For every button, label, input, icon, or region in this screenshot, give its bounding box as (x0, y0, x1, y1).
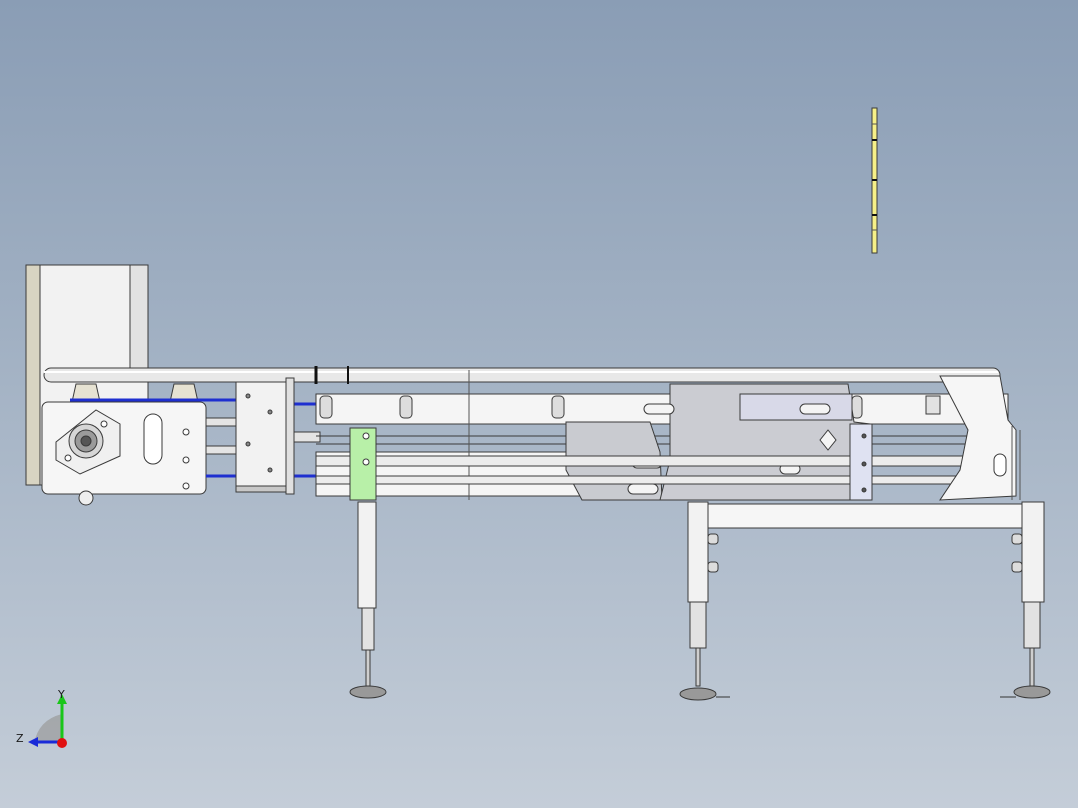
carriage-block (235, 377, 295, 495)
cad-model[interactable] (0, 0, 1078, 808)
cad-viewport[interactable]: Y Z (0, 0, 1078, 808)
green-bracket (349, 427, 377, 501)
clamp-bracket (849, 423, 873, 501)
support-stand (687, 501, 1045, 603)
yellow-component (871, 107, 878, 254)
bearing-plate (41, 383, 207, 506)
triad-z-label: Z (16, 732, 24, 745)
triad-y-label: Y (58, 688, 65, 701)
upper-tube (43, 366, 1001, 384)
